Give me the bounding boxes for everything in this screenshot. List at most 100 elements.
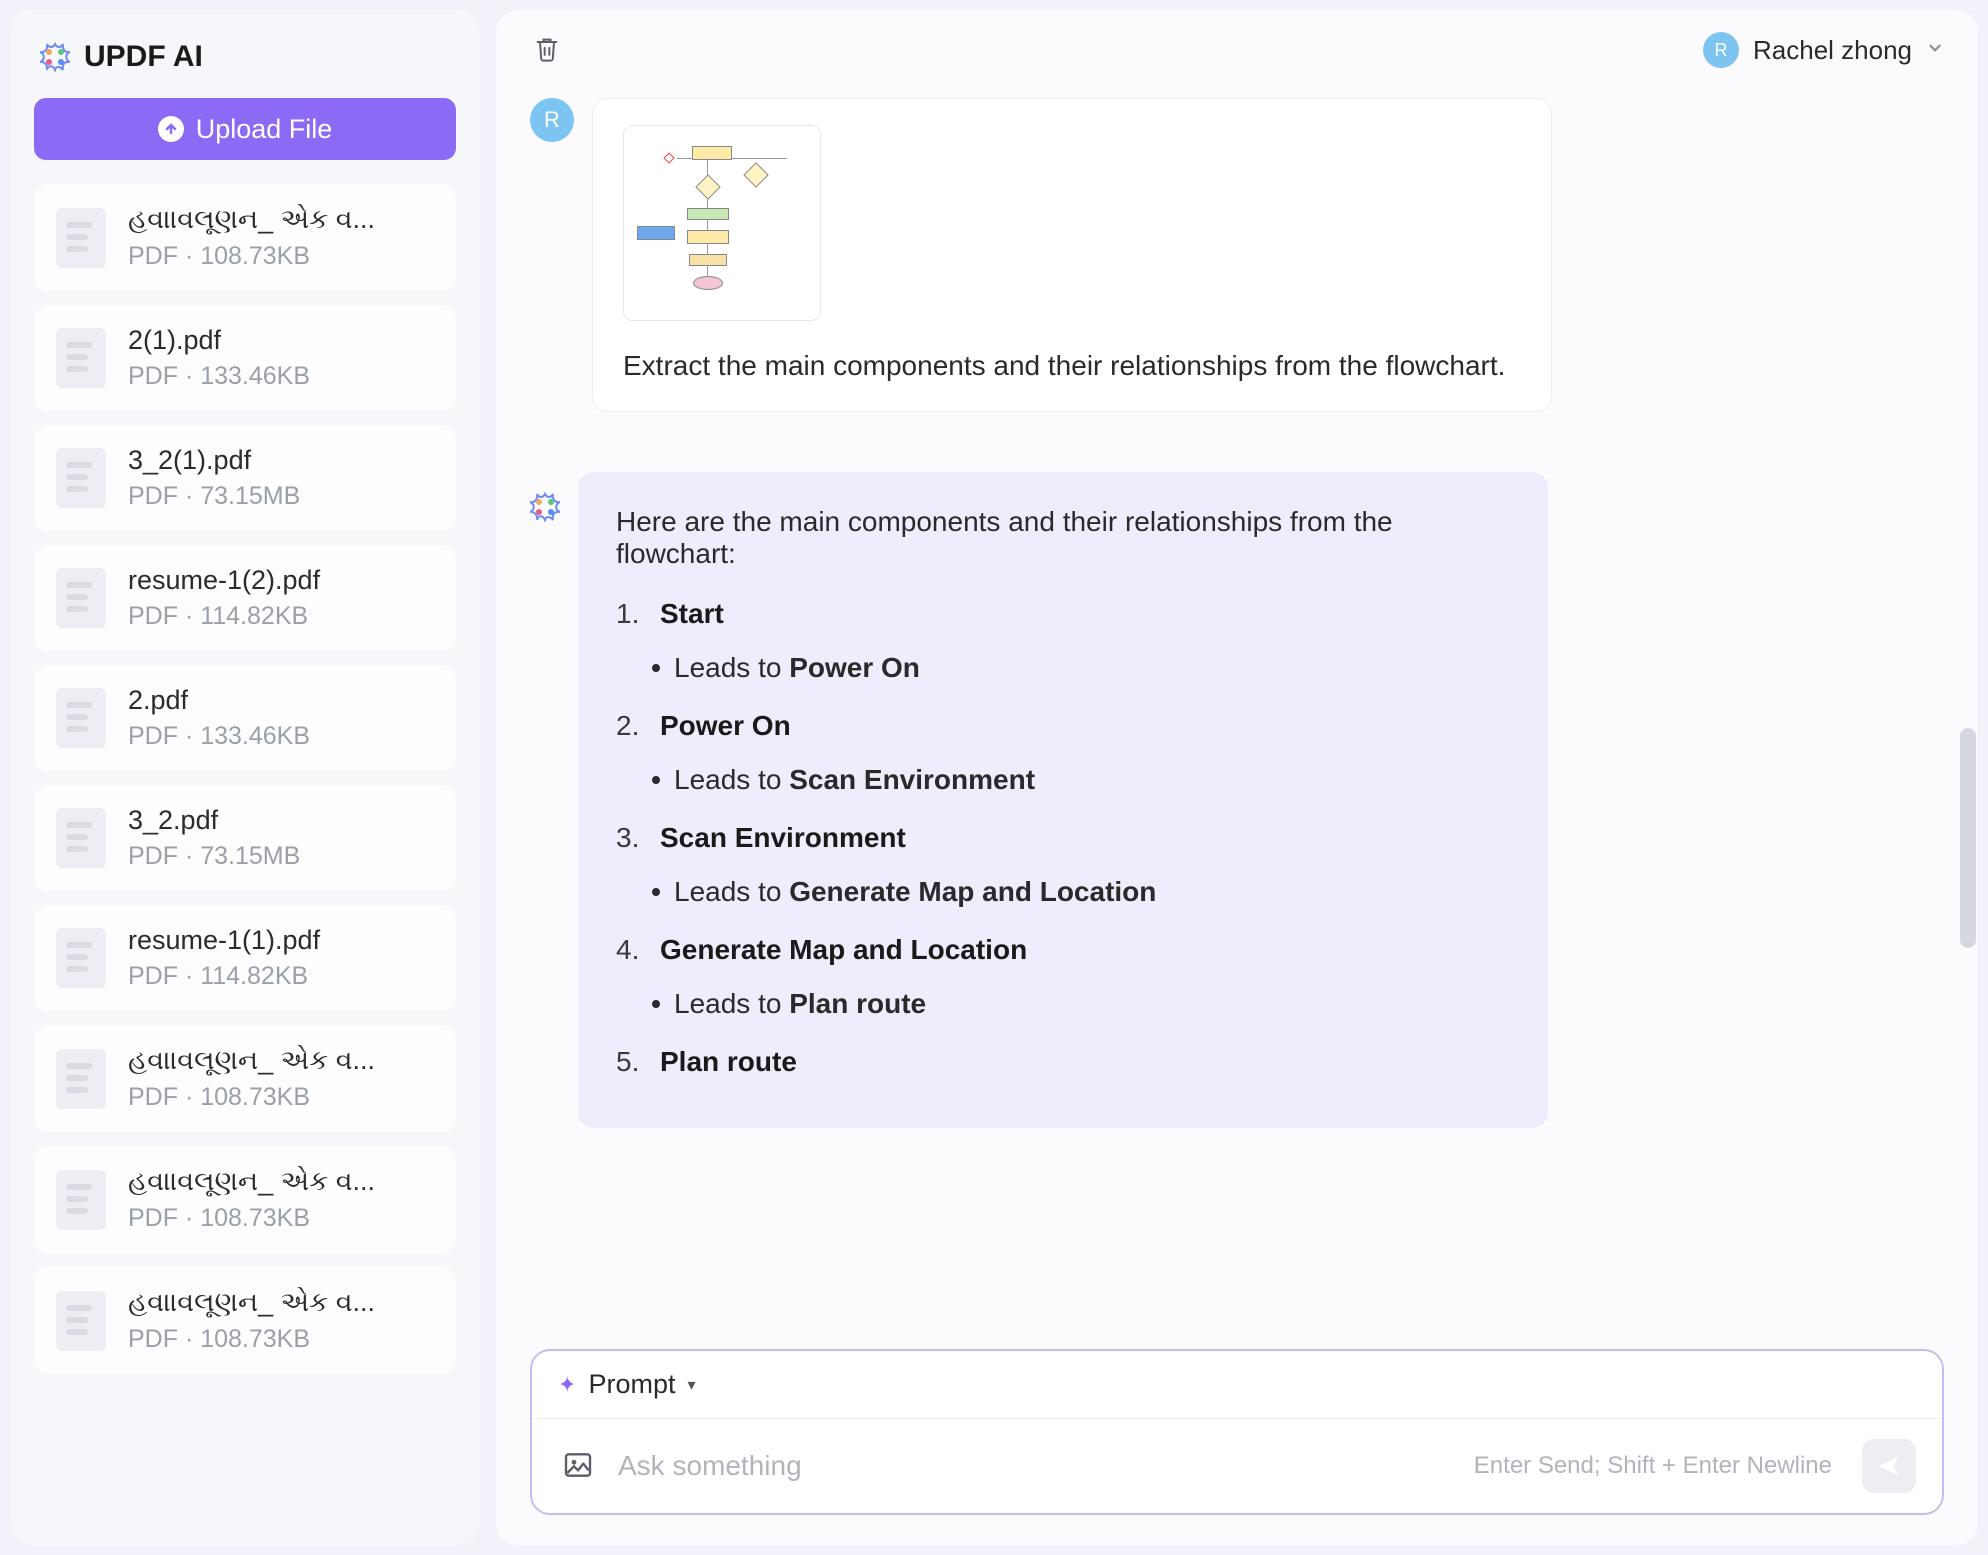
send-button[interactable] (1862, 1439, 1916, 1493)
bullet-icon (652, 776, 660, 784)
file-icon (56, 928, 106, 988)
app-logo-icon (40, 42, 70, 72)
step-title: Scan Environment (660, 822, 906, 854)
bullet-icon (652, 1000, 660, 1008)
file-meta: PDF · 114.82KB (128, 962, 434, 991)
user-message-block: R (530, 98, 1944, 412)
user-message-avatar: R (530, 98, 574, 142)
flowchart-thumbnail-icon (637, 138, 807, 308)
file-item[interactable]: હવાાવલૂણન_ એક વ... PDF · 108.73KB (34, 1025, 456, 1132)
bullet-icon (652, 664, 660, 672)
trash-icon (533, 34, 561, 64)
sidebar: UPDF AI Upload File હવાાવલૂણન_ એક વ... P… (10, 10, 480, 1545)
step-title: Generate Map and Location (660, 934, 1027, 966)
ai-step: 3.Scan EnvironmentLeads to Generate Map … (616, 822, 1510, 908)
file-name: 3_2(1).pdf (128, 445, 434, 476)
composer-body: Enter Send; Shift + Enter Newline (532, 1419, 1942, 1513)
file-item[interactable]: resume-1(1).pdf PDF · 114.82KB (34, 905, 456, 1011)
step-title: Start (660, 598, 724, 630)
file-item[interactable]: 3_2.pdf PDF · 73.15MB (34, 785, 456, 891)
attach-image-button[interactable] (558, 1446, 598, 1486)
step-title: Power On (660, 710, 791, 742)
file-icon (56, 568, 106, 628)
file-icon (56, 328, 106, 388)
caret-down-icon: ▾ (687, 1375, 695, 1395)
user-message-card: Extract the main components and their re… (592, 98, 1552, 412)
send-icon (1876, 1453, 1902, 1479)
file-info: resume-1(2).pdf PDF · 114.82KB (128, 565, 434, 631)
file-name: resume-1(1).pdf (128, 925, 434, 956)
file-meta: PDF · 108.73KB (128, 1325, 434, 1354)
file-name: 3_2.pdf (128, 805, 434, 836)
file-item[interactable]: 3_2(1).pdf PDF · 73.15MB (34, 425, 456, 531)
step-number: 4. (616, 934, 648, 966)
upload-label: Upload File (196, 114, 333, 145)
input-hint: Enter Send; Shift + Enter Newline (1474, 1452, 1832, 1480)
file-meta: PDF · 114.82KB (128, 602, 434, 631)
file-meta: PDF · 108.73KB (128, 1204, 434, 1233)
file-meta: PDF · 133.46KB (128, 722, 434, 751)
step-number: 1. (616, 598, 648, 630)
bullet-icon (652, 888, 660, 896)
file-item[interactable]: resume-1(2).pdf PDF · 114.82KB (34, 545, 456, 651)
upload-icon (158, 116, 184, 142)
sidebar-header: UPDF AI (34, 30, 456, 98)
user-message-text: Extract the main components and their re… (623, 347, 1521, 385)
attachment-thumbnail[interactable] (623, 125, 821, 321)
file-name: હવાાવલૂણન_ એક વ... (128, 1045, 434, 1077)
file-name: હવાાવલૂણન_ એક વ... (128, 204, 434, 236)
prompt-selector[interactable]: ✦ Prompt ▾ (532, 1351, 1942, 1419)
file-info: 2.pdf PDF · 133.46KB (128, 685, 434, 751)
ai-step: 4. Generate Map and Location Leads to Plan… (616, 934, 1510, 1020)
delete-chat-button[interactable] (530, 33, 564, 67)
file-name: resume-1(2).pdf (128, 565, 434, 596)
file-info: હવાાવલૂણન_ એક વ... PDF · 108.73KB (128, 1166, 434, 1233)
file-name: 2(1).pdf (128, 325, 434, 356)
chevron-down-icon (1926, 39, 1944, 62)
file-meta: PDF · 108.73KB (128, 242, 434, 271)
main-panel: R Rachel zhong R (496, 10, 1978, 1545)
upload-file-button[interactable]: Upload File (34, 98, 456, 160)
user-menu[interactable]: R Rachel zhong (1703, 32, 1944, 68)
ai-message-block: Here are the main components and their r… (530, 472, 1944, 1128)
ai-steps-list: 1.StartLeads to Power On2.Power OnLeads … (616, 598, 1510, 1078)
scrollbar-thumb[interactable] (1960, 728, 1976, 948)
step-number: 2. (616, 710, 648, 742)
file-item[interactable]: 2.pdf PDF · 133.46KB (34, 665, 456, 771)
ai-intro-text: Here are the main components and their r… (616, 506, 1510, 570)
file-item[interactable]: 2(1).pdf PDF · 133.46KB (34, 305, 456, 411)
ai-logo-icon (530, 492, 560, 522)
prompt-label: Prompt (588, 1369, 675, 1400)
image-icon (562, 1449, 594, 1481)
step-title: Plan route (660, 1046, 797, 1078)
step-sub: Leads to Plan route (652, 988, 1510, 1020)
step-number: 3. (616, 822, 648, 854)
file-meta: PDF · 73.15MB (128, 482, 434, 511)
file-item[interactable]: હવાાવલૂણન_ એક વ... PDF · 108.73KB (34, 184, 456, 291)
file-info: હવાાવલૂણન_ એક વ... PDF · 108.73KB (128, 1287, 434, 1354)
file-info: હવાાવલૂણન_ એક વ... PDF · 108.73KB (128, 204, 434, 271)
file-icon (56, 1170, 106, 1230)
file-info: હવાાવલૂણન_ એક વ... PDF · 108.73KB (128, 1045, 434, 1112)
step-number: 5. (616, 1046, 648, 1078)
file-icon (56, 1049, 106, 1109)
file-item[interactable]: હવાાવલૂણન_ એક વ... PDF · 108.73KB (34, 1146, 456, 1253)
main-header: R Rachel zhong (496, 10, 1978, 78)
ai-step: 1.StartLeads to Power On (616, 598, 1510, 684)
file-meta: PDF · 133.46KB (128, 362, 434, 391)
file-info: 3_2.pdf PDF · 73.15MB (128, 805, 434, 871)
file-meta: PDF · 73.15MB (128, 842, 434, 871)
sparkle-icon: ✦ (558, 1372, 576, 1398)
file-icon (56, 208, 106, 268)
chat-area: R (496, 78, 1978, 1339)
file-name: હવાાવલૂણન_ એક વ... (128, 1287, 434, 1319)
message-input[interactable] (618, 1450, 1454, 1482)
user-name-label: Rachel zhong (1753, 35, 1912, 66)
file-info: resume-1(1).pdf PDF · 114.82KB (128, 925, 434, 991)
file-meta: PDF · 108.73KB (128, 1083, 434, 1112)
file-info: 2(1).pdf PDF · 133.46KB (128, 325, 434, 391)
app-title: UPDF AI (84, 40, 203, 74)
file-item[interactable]: હવાાવલૂણન_ એક વ... PDF · 108.73KB (34, 1267, 456, 1374)
file-name: 2.pdf (128, 685, 434, 716)
file-icon (56, 448, 106, 508)
